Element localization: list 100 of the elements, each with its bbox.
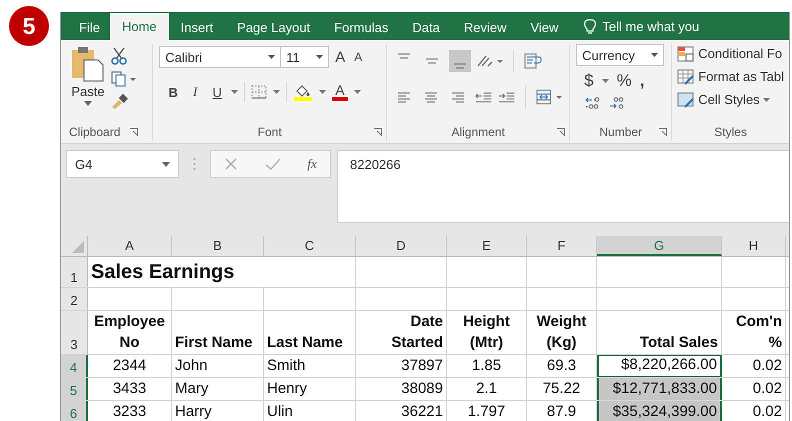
caret-icon [354,90,361,94]
wrap-text-icon[interactable] [524,53,542,69]
merge-cells-icon[interactable] [536,89,564,105]
ribbon-tab[interactable]: Review [452,16,518,40]
number-format-dropdown[interactable]: Currency [576,44,664,66]
tell-me-field[interactable]: Tell me what you [584,12,700,40]
table-cell: $8,220,266.00 [597,355,722,377]
grip-icon [193,157,196,171]
column-header[interactable]: D [356,236,447,256]
name-box[interactable]: G4 [66,150,179,178]
ribbon-tab[interactable]: Home [110,13,169,40]
table-cell: 1.85 [447,355,527,377]
font-size-dropdown[interactable]: 11 [280,46,330,68]
caret-icon [231,90,238,94]
styles-button[interactable]: Format as Tabl [677,67,784,86]
column-heading: Employee No [88,311,172,354]
row-header[interactable]: 5 [61,378,88,400]
copy-icon[interactable] [111,71,137,87]
font-name-dropdown[interactable]: Calibri [159,46,282,68]
caret-icon [319,90,326,94]
decrease-decimal-icon[interactable] [608,96,624,110]
font-color-button[interactable]: A [332,83,348,101]
row-header[interactable]: 3 [61,311,88,354]
align-lines-icon [424,91,438,103]
column-heading: Total Sales [597,311,722,354]
table-cell: 0.02 [722,355,786,377]
table-cell: 37897 [356,355,447,377]
group-label: Styles [714,125,747,139]
check-icon[interactable] [264,157,281,171]
caret-icon [273,90,280,94]
row-header[interactable]: 6 [61,401,88,421]
styles-button[interactable]: Conditional Fo [677,44,784,63]
dialog-launcher-icon[interactable] [557,128,566,136]
dialog-launcher-icon[interactable] [130,128,138,136]
bold-button[interactable]: B [165,84,182,100]
group-label: Clipboard [69,125,120,139]
column-heading: First Name [172,311,264,354]
ribbon-tab[interactable]: Insert [168,16,226,40]
sheet-title: Sales Earnings [91,260,234,285]
dialog-launcher-icon[interactable] [659,128,668,136]
row-header[interactable]: 2 [61,288,88,310]
row-header[interactable]: 1 [61,257,88,287]
dialog-launcher-icon[interactable] [374,128,382,136]
clipboard-icon [71,46,105,82]
table-cell: $35,324,399.00 [597,401,722,421]
comma-style-button[interactable]: , [640,71,644,91]
table-cell: 1.797 [447,401,527,421]
table-cell: 3233 [88,401,172,421]
percent-button[interactable]: % [616,71,632,91]
formula-input[interactable]: 8220266 [337,150,789,223]
decrease-indent-icon[interactable] [474,91,492,103]
column-header[interactable]: C [264,236,356,256]
increase-decimal-icon[interactable] [584,96,600,110]
group-label: Number [599,125,642,139]
paste-button[interactable]: Paste [71,46,105,123]
increase-indent-icon[interactable] [498,91,516,103]
paintbrush-icon[interactable] [111,93,129,109]
currency-button[interactable]: $ [584,71,594,91]
table-cell: Henry [264,378,356,400]
ribbon-tab[interactable]: File [69,16,110,40]
table-cell: 0.02 [722,378,786,400]
scissors-icon[interactable] [111,47,127,65]
table-cell: John [172,355,264,377]
caret-icon [316,55,324,59]
align-lines-icon [425,58,440,64]
column-header[interactable]: B [172,236,264,256]
align-lines-icon [397,53,412,59]
caret-icon [162,162,170,166]
borders-icon[interactable] [251,85,268,99]
ribbon-tab[interactable]: View [518,16,570,40]
column-header[interactable]: E [447,236,527,256]
column-heading: Com'n % [722,311,786,354]
align-lines-icon [396,91,411,103]
caret-icon [268,55,276,59]
column-header[interactable]: G [597,236,722,256]
column-header[interactable]: A [88,236,172,256]
underline-button[interactable]: U [209,84,226,100]
ribbon-tab[interactable]: Page Layout [225,16,322,40]
triangle-icon [72,241,84,253]
table-cell: Mary [172,378,264,400]
table-cell: 2.1 [447,378,527,400]
group-label: Alignment [451,125,505,139]
vertical-align-button[interactable] [449,50,472,72]
ribbon-tab[interactable]: Data [400,16,452,40]
italic-button[interactable]: I [187,84,204,100]
ribbon-tab[interactable]: Formulas [322,16,400,40]
fill-color-icon[interactable] [293,83,314,101]
decrease-font-button[interactable]: A [351,50,366,64]
table-cell: 3433 [88,378,172,400]
insert-function-button[interactable]: fx [307,156,317,172]
column-heading: Weight (Kg) [527,311,597,354]
row-header[interactable]: 4 [61,355,88,377]
text-orientation-icon[interactable] [477,54,504,68]
table-cell: 38089 [356,378,447,400]
column-header[interactable]: H [722,236,786,256]
column-heading: Height (Mtr) [447,311,527,354]
lightbulb-icon [584,18,596,34]
increase-font-button[interactable]: A [332,48,348,66]
table-cell: 0.02 [722,401,786,421]
styles-button[interactable]: Cell Styles [677,90,784,109]
